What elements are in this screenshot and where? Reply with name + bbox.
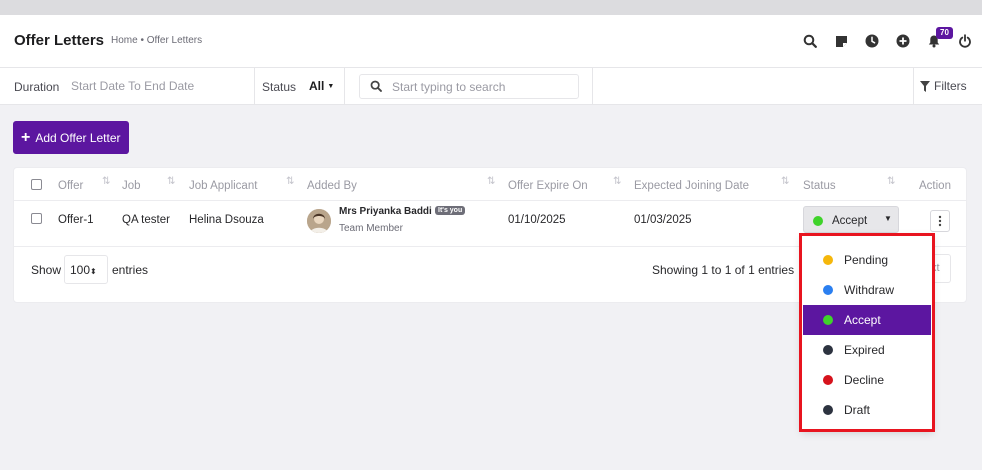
row-action-menu-button[interactable] bbox=[930, 210, 950, 232]
clock-icon[interactable] bbox=[864, 33, 880, 49]
offer-expire-date: 01/10/2025 bbox=[508, 214, 566, 226]
added-by-role: Team Member bbox=[339, 223, 403, 234]
sort-icon[interactable]: ⇅ bbox=[102, 176, 110, 187]
add-circle-icon[interactable] bbox=[895, 33, 911, 49]
status-dot-icon bbox=[823, 345, 833, 355]
sort-icon[interactable]: ⇅ bbox=[887, 176, 895, 187]
job-title[interactable]: QA tester bbox=[122, 214, 170, 226]
status-option-label: Pending bbox=[844, 253, 889, 267]
status-option-label: Draft bbox=[844, 403, 871, 417]
status-option-decline[interactable]: Decline bbox=[803, 365, 931, 395]
status-select-value: Accept bbox=[832, 215, 868, 227]
power-icon[interactable] bbox=[957, 33, 973, 49]
column-header-job-applicant[interactable]: Job Applicant bbox=[189, 180, 257, 192]
sort-icon[interactable]: ⇅ bbox=[781, 176, 789, 187]
sort-icon[interactable]: ⇅ bbox=[487, 176, 495, 187]
status-option-label: Expired bbox=[844, 343, 885, 357]
sticky-note-icon[interactable] bbox=[833, 33, 849, 49]
plus-icon: + bbox=[21, 128, 31, 146]
its-you-badge: It's you bbox=[435, 206, 466, 215]
add-offer-letter-label: Add Offer Letter bbox=[35, 130, 121, 145]
status-dot-icon bbox=[823, 285, 833, 295]
breadcrumb[interactable]: Home • Offer Letters bbox=[111, 35, 202, 46]
duration-label: Duration bbox=[14, 80, 60, 94]
column-header-status[interactable]: Status bbox=[803, 180, 836, 192]
select-all-checkbox[interactable] bbox=[31, 179, 42, 190]
entries-label: entries bbox=[112, 263, 149, 277]
entries-value: 100 bbox=[70, 263, 91, 277]
status-option-pending[interactable]: Pending bbox=[803, 245, 931, 275]
showing-entries-text: Showing 1 to 1 of 1 entries bbox=[652, 263, 795, 277]
page-title: Offer Letters bbox=[14, 32, 105, 49]
divider bbox=[254, 68, 255, 105]
date-range-picker[interactable]: Start Date To End Date bbox=[71, 79, 194, 93]
column-header-offer[interactable]: Offer bbox=[58, 180, 83, 192]
search-input[interactable] bbox=[392, 75, 576, 98]
top-strip bbox=[0, 0, 982, 15]
added-by-name[interactable]: Mrs Priyanka Baddi bbox=[339, 206, 432, 217]
stepper-icon: ⬍ bbox=[90, 267, 97, 276]
status-dot-icon bbox=[823, 375, 833, 385]
status-dot-icon bbox=[813, 216, 823, 226]
status-option-draft[interactable]: Draft bbox=[803, 395, 931, 425]
more-vertical-icon bbox=[938, 215, 942, 227]
divider bbox=[344, 68, 345, 105]
filter-bar: Duration Start Date To End Date Status A… bbox=[0, 68, 982, 105]
sort-icon[interactable]: ⇅ bbox=[167, 176, 175, 187]
status-option-withdraw[interactable]: Withdraw bbox=[803, 275, 931, 305]
sort-icon[interactable]: ⇅ bbox=[613, 176, 621, 187]
page-header: Offer Letters Home • Offer Letters 70 bbox=[0, 15, 982, 68]
search-icon bbox=[370, 80, 382, 95]
column-header-expected-joining-date[interactable]: Expected Joining Date bbox=[634, 180, 749, 192]
notification-count-badge: 70 bbox=[936, 27, 953, 39]
status-dot-icon bbox=[823, 315, 833, 325]
add-offer-letter-button[interactable]: + Add Offer Letter bbox=[13, 121, 129, 154]
status-label: Status bbox=[262, 80, 297, 94]
divider bbox=[592, 68, 593, 105]
divider bbox=[913, 68, 914, 105]
caret-down-icon: ▼ bbox=[884, 214, 892, 223]
show-label: Show bbox=[31, 263, 62, 277]
status-dot-icon bbox=[823, 405, 833, 415]
status-filter-select[interactable]: All ▼ bbox=[309, 79, 334, 93]
column-header-job[interactable]: Job bbox=[122, 180, 141, 192]
sort-icon[interactable]: ⇅ bbox=[286, 176, 294, 187]
search-icon[interactable] bbox=[802, 33, 818, 49]
avatar bbox=[307, 209, 331, 233]
row-checkbox[interactable] bbox=[31, 213, 42, 224]
column-header-action: Action bbox=[919, 180, 951, 192]
filter-funnel-icon bbox=[920, 80, 930, 92]
filters-button[interactable]: Filters bbox=[920, 79, 967, 93]
status-option-expired[interactable]: Expired bbox=[803, 335, 931, 365]
status-option-accept[interactable]: Accept bbox=[803, 305, 931, 335]
caret-down-icon: ▼ bbox=[327, 83, 335, 90]
header-divider bbox=[14, 200, 966, 201]
applicant-name[interactable]: Helina Dsouza bbox=[189, 214, 264, 226]
expected-joining-date: 01/03/2025 bbox=[634, 214, 692, 226]
status-filter-value: All bbox=[309, 79, 325, 93]
status-option-label: Decline bbox=[844, 373, 885, 387]
filters-label: Filters bbox=[934, 79, 967, 93]
status-dropdown-menu: Pending Withdraw Accept Expired Decline … bbox=[801, 235, 933, 431]
status-option-label: Accept bbox=[844, 313, 881, 327]
status-select[interactable]: Accept ▼ bbox=[803, 206, 899, 233]
status-option-label: Withdraw bbox=[844, 283, 895, 297]
column-header-offer-expire-on[interactable]: Offer Expire On bbox=[508, 180, 588, 192]
entries-per-page-select[interactable]: 100⬍ bbox=[64, 255, 108, 284]
status-dot-icon bbox=[823, 255, 833, 265]
search-box bbox=[359, 74, 579, 99]
offer-id[interactable]: Offer-1 bbox=[58, 214, 94, 226]
column-header-added-by[interactable]: Added By bbox=[307, 180, 357, 192]
